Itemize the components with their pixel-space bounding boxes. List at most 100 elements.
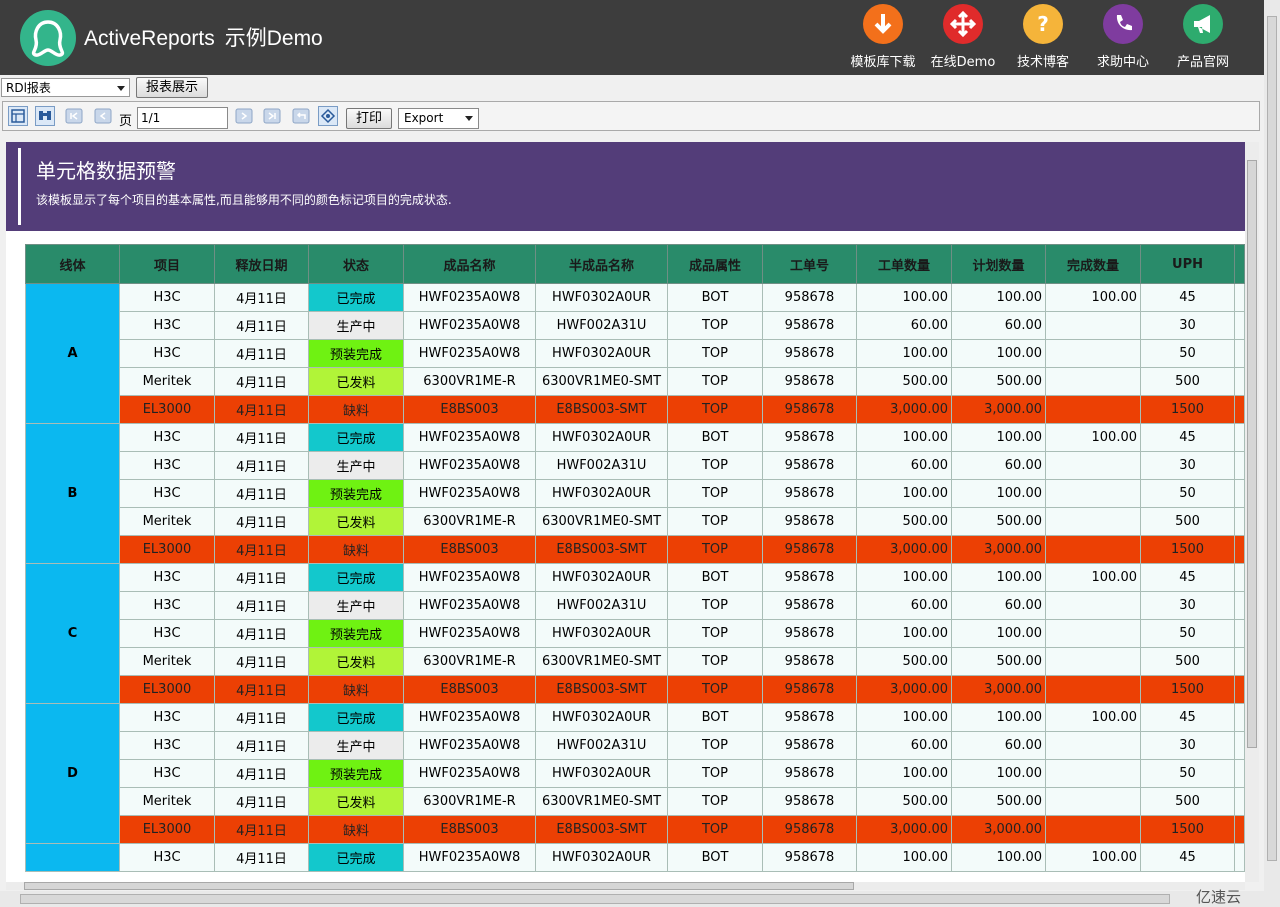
status-cell: 已完成: [308, 283, 404, 312]
table-cell: 100.00: [951, 843, 1046, 872]
table-cell: 4月11日: [214, 675, 309, 704]
table-cell: TOP: [667, 619, 763, 648]
table-cell: 958678: [762, 507, 857, 536]
back-icon[interactable]: [291, 106, 311, 126]
download-icon: [863, 4, 903, 44]
table-cell: HWF002A31U: [535, 731, 668, 760]
table-cell: [1234, 479, 1245, 508]
status-cell: 已发料: [308, 507, 404, 536]
table-cell: 60.00: [951, 731, 1046, 760]
chevron-down-icon: [465, 116, 473, 121]
table-cell: 1500: [1140, 815, 1235, 844]
table-cell: [1045, 479, 1141, 508]
table-cell: 958678: [762, 787, 857, 816]
watermark: 亿速云: [1196, 888, 1242, 906]
table-cell: 500.00: [856, 367, 952, 396]
table-cell: [1234, 311, 1245, 340]
table-row: D H3C 4月11日 已完成 HWF0235A0W8 HWF0302A0UR BOT 958…: [25, 703, 1245, 844]
last-page-icon[interactable]: [262, 106, 282, 126]
status-cell: 预装完成: [308, 759, 404, 788]
page-number-input[interactable]: 1/1: [137, 107, 228, 129]
table-cell: [1234, 703, 1245, 732]
column-header: 线体: [25, 244, 120, 284]
table-cell: 100.00: [951, 479, 1046, 508]
table-cell: 6300VR1ME-R: [403, 367, 536, 396]
nav-label: 技术博客: [1016, 55, 1069, 70]
viewer-horizontal-scroll-thumb[interactable]: [24, 882, 854, 890]
table-row: H3C 4月11日 预装完成 HWF0235A0W8 HWF0302A0UR TOP 958…: [26, 479, 1245, 508]
table-cell: [1045, 647, 1141, 676]
viewer-vertical-scroll-thumb[interactable]: [1247, 160, 1257, 748]
table-cell: HWF0235A0W8: [403, 563, 536, 592]
table-cell: 45: [1140, 703, 1235, 732]
table-cell: 100.00: [856, 843, 952, 872]
table-cell: 100.00: [1045, 563, 1141, 592]
table-row: H3C 4月11日 生产中 HWF0235A0W8 HWF002A31U TOP 95867…: [26, 311, 1245, 340]
table-cell: 500.00: [951, 367, 1046, 396]
table-cell: 100.00: [856, 619, 952, 648]
table-cell: 958678: [762, 451, 857, 480]
table-cell: Meritek: [119, 787, 215, 816]
status-cell: 预装完成: [308, 479, 404, 508]
table-cell: 958678: [762, 563, 857, 592]
report-table: 线体 项目 释放日期 状态 成品名称 半成品名称 成品属性 工单号 工单数量 计划数量 完成数量 UP…: [25, 244, 1245, 872]
table-cell: [1045, 787, 1141, 816]
table-cell: 4月11日: [214, 451, 309, 480]
brand-title: ActiveReports 示例Demo: [84, 27, 323, 50]
table-cell: 45: [1140, 283, 1235, 312]
table-cell: 30: [1140, 451, 1235, 480]
table-cell: 50: [1140, 619, 1235, 648]
table-cell: 100.00: [951, 339, 1046, 368]
line-cell: D: [25, 703, 120, 844]
table-cell: 958678: [762, 675, 857, 704]
table-cell: HWF0302A0UR: [535, 479, 668, 508]
table-cell: 100.00: [951, 563, 1046, 592]
next-page-icon[interactable]: [234, 106, 254, 126]
banner-accent-bar: [18, 148, 21, 225]
toc-toggle-icon[interactable]: [8, 106, 28, 126]
table-cell: [1234, 535, 1245, 564]
find-icon[interactable]: [35, 106, 55, 126]
status-cell: 缺料: [308, 395, 404, 424]
table-cell: 30: [1140, 731, 1235, 760]
table-cell: TOP: [667, 535, 763, 564]
report-select[interactable]: RDl报表: [1, 78, 130, 97]
page-vertical-scroll-thumb[interactable]: [1267, 16, 1277, 861]
show-report-button[interactable]: 报表展示: [136, 77, 208, 98]
status-cell: 生产中: [308, 311, 404, 340]
table-cell: [1234, 843, 1245, 872]
refresh-icon[interactable]: [318, 106, 338, 126]
table-cell: HWF0302A0UR: [535, 563, 668, 592]
print-button[interactable]: 打印: [346, 108, 392, 129]
table-cell: HWF0235A0W8: [403, 731, 536, 760]
table-cell: 4月11日: [214, 787, 309, 816]
table-cell: 4月11日: [214, 731, 309, 760]
page-horizontal-scroll-thumb[interactable]: [20, 894, 1170, 904]
table-cell: H3C: [119, 619, 215, 648]
table-cell: H3C: [119, 311, 215, 340]
nav-template-download[interactable]: 模板库下载: [843, 4, 923, 70]
first-page-icon[interactable]: [64, 106, 84, 126]
nav-tech-blog[interactable]: ? 技术博客: [1003, 4, 1083, 70]
table-cell: [1045, 311, 1141, 340]
nav-help-center[interactable]: 求助中心: [1083, 4, 1163, 70]
column-header: 工单数量: [856, 244, 952, 284]
nav-product-site[interactable]: 产品官网: [1163, 4, 1243, 70]
export-select[interactable]: Export: [398, 108, 479, 129]
table-cell: [1234, 675, 1245, 704]
table-cell: E8BS003: [403, 675, 536, 704]
status-cell: 已发料: [308, 787, 404, 816]
table-cell: 958678: [762, 283, 857, 312]
prev-page-icon[interactable]: [93, 106, 113, 126]
status-cell: 生产中: [308, 591, 404, 620]
nav-label: 模板库下载: [850, 55, 916, 70]
nav-label: 在线Demo: [930, 55, 996, 70]
megaphone-icon: [1183, 4, 1223, 44]
table-cell: 1500: [1140, 675, 1235, 704]
table-cell: HWF0235A0W8: [403, 591, 536, 620]
nav-online-demo[interactable]: 在线Demo: [923, 4, 1003, 70]
table-cell: 4月11日: [214, 815, 309, 844]
svg-text:?: ?: [1037, 12, 1049, 36]
table-cell: [1234, 647, 1245, 676]
column-header: 成品名称: [403, 244, 536, 284]
